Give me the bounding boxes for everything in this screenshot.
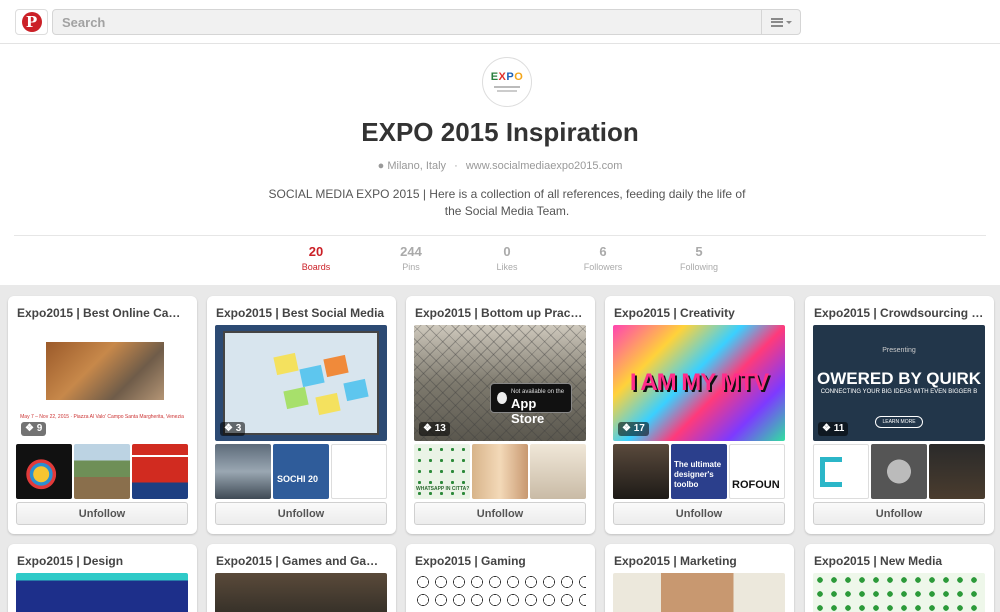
board-thumbnails: WHATSAPP IN CITTA? xyxy=(414,444,586,499)
thumbnail[interactable] xyxy=(132,444,188,499)
thumbnail[interactable] xyxy=(472,444,528,499)
board-card[interactable]: Expo2015 | Best Online Campaigns May 7 –… xyxy=(8,296,197,534)
board-title[interactable]: Expo2015 | Design xyxy=(17,554,188,568)
profile-title: EXPO 2015 Inspiration xyxy=(361,117,639,147)
thumbnail[interactable] xyxy=(871,444,927,499)
board-title[interactable]: Expo2015 | Marketing xyxy=(614,554,785,568)
board-title[interactable]: Expo2015 | New Media xyxy=(814,554,985,568)
stat-boards[interactable]: 20 Boards xyxy=(286,244,346,272)
unfollow-button[interactable]: Unfollow xyxy=(813,502,985,525)
search-input[interactable] xyxy=(52,9,762,35)
menu-icon xyxy=(770,17,783,27)
thumbnail[interactable] xyxy=(74,444,130,499)
pinterest-logo-button[interactable]: P xyxy=(15,9,48,35)
cover-text: I AM MY MTV xyxy=(629,369,769,396)
board-thumbnails: SOCHI 20 xyxy=(215,444,387,499)
board-card[interactable]: Expo2015 | Creativity I AM MY MTV ❖ 17 T… xyxy=(605,296,794,534)
location: Milano, Italy xyxy=(387,160,447,172)
website-link[interactable]: www.socialmediaexpo2015.com xyxy=(466,160,623,172)
board-thumbnails: The ultimate designer's toolbo ROFOUN xyxy=(613,444,785,499)
board-card[interactable]: Expo2015 | Best Social Media ❖ 3 SOCHI 2… xyxy=(207,296,396,534)
board-title[interactable]: Expo2015 | Gaming xyxy=(415,554,586,568)
board-card[interactable]: Expo2015 | Games and Gamification xyxy=(207,544,396,612)
learn-more-label: LEARN MORE xyxy=(875,416,923,428)
board-card[interactable]: Expo2015 | Bottom up Practices Not avail… xyxy=(406,296,595,534)
expo-logo: EXPO xyxy=(490,71,524,83)
thumbnail[interactable] xyxy=(813,444,869,499)
board-thumbnails xyxy=(813,444,985,499)
unfollow-button[interactable]: Unfollow xyxy=(613,502,785,525)
thumbnail[interactable] xyxy=(613,444,669,499)
pinterest-logo-icon: P xyxy=(21,12,42,32)
thumbnail[interactable] xyxy=(530,444,586,499)
thumbnail[interactable]: WHATSAPP IN CITTA? xyxy=(414,444,470,499)
board-card[interactable]: Expo2015 | Gaming xyxy=(406,544,595,612)
thumbnail[interactable] xyxy=(16,444,72,499)
avatar[interactable]: EXPO xyxy=(482,57,532,107)
unfollow-button[interactable]: Unfollow xyxy=(215,502,387,525)
apple-icon xyxy=(497,392,507,404)
board-cover[interactable] xyxy=(613,573,785,612)
pin-count-badge: ❖ 3 xyxy=(220,422,246,436)
board-cover[interactable]: I AM MY MTV ❖ 17 xyxy=(613,325,785,441)
board-cover[interactable]: Presenting OWERED BY QUIRK CONNECTING YO… xyxy=(813,325,985,441)
stat-following[interactable]: 5 Following xyxy=(669,244,729,272)
board-cover[interactable]: May 7 – Nov 22, 2015 · Piazza Al Valo' C… xyxy=(16,325,188,441)
board-cover[interactable] xyxy=(215,573,387,612)
board-title[interactable]: Expo2015 | Best Online Campaigns xyxy=(17,306,188,320)
unfollow-button[interactable]: Unfollow xyxy=(16,502,188,525)
unfollow-button[interactable]: Unfollow xyxy=(414,502,586,525)
profile-description: SOCIAL MEDIA EXPO 2015 | Here is a colle… xyxy=(268,187,746,218)
thumbnail[interactable] xyxy=(331,444,387,499)
thumbnail[interactable]: The ultimate designer's toolbo xyxy=(671,444,727,499)
board-cover[interactable]: ❖ 3 xyxy=(215,325,387,441)
thumbnail[interactable]: ROFOUN xyxy=(729,444,785,499)
location-pin-icon: ● xyxy=(377,160,385,172)
board-title[interactable]: Expo2015 | Creativity xyxy=(614,306,785,320)
stat-followers[interactable]: 6 Followers xyxy=(573,244,633,272)
cover-text: OWERED BY QUIRK xyxy=(816,369,982,388)
cover-image xyxy=(46,342,164,400)
menu-button[interactable] xyxy=(762,9,801,35)
board-title[interactable]: Expo2015 | Crowdsourcing Ideas xyxy=(814,306,985,320)
profile-meta: ● Milano, Italy · www.socialmediaexpo201… xyxy=(377,160,623,172)
board-card[interactable]: Expo2015 | Marketing xyxy=(605,544,794,612)
thumbnail[interactable] xyxy=(929,444,985,499)
pin-count-badge: ❖ 9 xyxy=(21,422,47,436)
stat-likes[interactable]: 0 Likes xyxy=(477,244,537,272)
board-title[interactable]: Expo2015 | Games and Gamification xyxy=(216,554,387,568)
top-bar: P xyxy=(0,0,1000,44)
board-thumbnails xyxy=(16,444,188,499)
app-store-badge: Not available on the App Store xyxy=(490,383,572,426)
cover-image xyxy=(223,331,379,435)
board-card[interactable]: Expo2015 | Crowdsourcing Ideas Presentin… xyxy=(805,296,994,534)
board-card[interactable]: Expo2015 | New Media xyxy=(805,544,994,612)
stat-pins[interactable]: 244 Pins xyxy=(381,244,441,272)
pin-count-badge: ❖ 13 xyxy=(419,422,450,436)
cover-caption: May 7 – Nov 22, 2015 · Piazza Al Valo' C… xyxy=(20,414,184,420)
thumbnail[interactable] xyxy=(215,444,271,499)
chevron-down-icon xyxy=(785,20,792,24)
board-cover[interactable] xyxy=(813,573,985,612)
board-cover[interactable]: Not available on the App Store ❖ 13 xyxy=(414,325,586,441)
board-cover[interactable] xyxy=(16,573,188,612)
board-card[interactable]: Expo2015 | Design xyxy=(8,544,197,612)
pin-count-badge: ❖ 17 xyxy=(618,422,649,436)
profile-header: EXPO EXPO 2015 Inspiration ● Milano, Ita… xyxy=(0,45,1000,285)
divider xyxy=(14,235,986,236)
board-title[interactable]: Expo2015 | Bottom up Practices xyxy=(415,306,586,320)
pin-count-badge: ❖ 11 xyxy=(818,422,849,436)
profile-stats: 20 Boards 244 Pins 0 Likes 6 Followers 5… xyxy=(0,244,1000,276)
board-title[interactable]: Expo2015 | Best Social Media xyxy=(216,306,387,320)
board-cover[interactable] xyxy=(414,573,586,612)
board-grid: Expo2015 | Best Online Campaigns May 7 –… xyxy=(0,285,1000,612)
thumbnail[interactable]: SOCHI 20 xyxy=(273,444,329,499)
